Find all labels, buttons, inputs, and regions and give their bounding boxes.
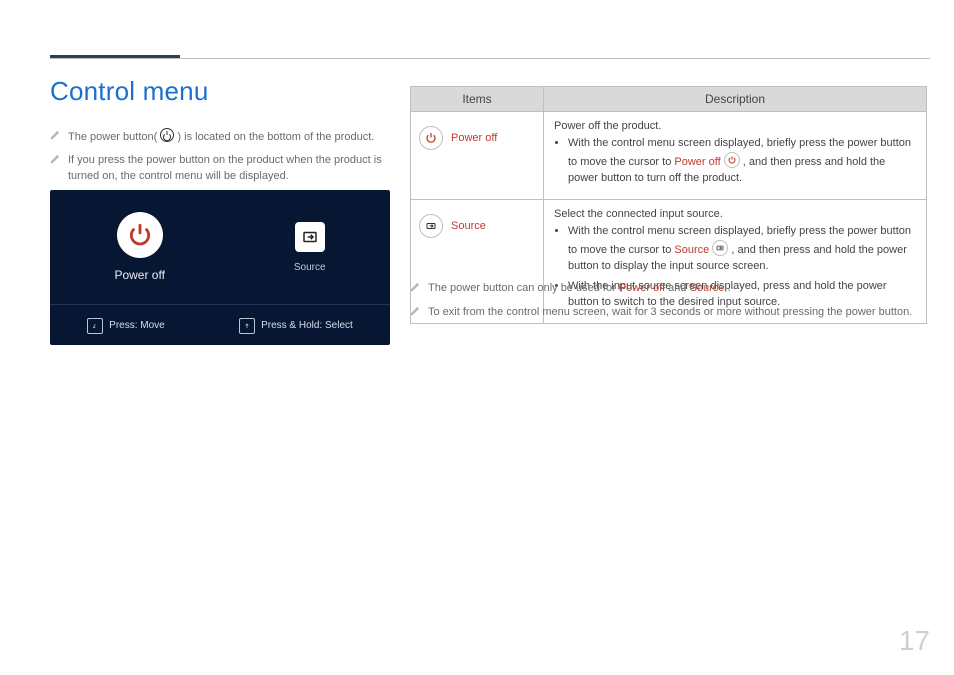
top-rule xyxy=(50,58,930,59)
pencil-icon xyxy=(410,281,424,298)
press-move-icon xyxy=(87,318,103,334)
note-fragment: ) is located on the bottom of the produc… xyxy=(177,131,374,143)
below-table-notes: The power button can only be used for Po… xyxy=(410,280,927,327)
desc-bullet: With the control menu screen displayed, … xyxy=(568,136,916,187)
items-label: Power off xyxy=(451,132,497,144)
note-fragment: The power button( xyxy=(68,131,157,143)
page-title: Control menu xyxy=(50,76,208,107)
desc-red: Power off xyxy=(674,156,720,168)
panel-item-power: Power off xyxy=(114,212,164,282)
source-icon xyxy=(712,240,728,256)
note-fragment: The power button can only be used for xyxy=(428,282,619,294)
power-icon xyxy=(419,126,443,150)
note-text: The power button can only be used for Po… xyxy=(428,280,927,298)
note-red: Power off xyxy=(619,282,665,294)
pencil-icon xyxy=(50,129,64,146)
top-rule-accent xyxy=(50,55,180,58)
panel-item-source: Source xyxy=(294,222,326,273)
note-text: The power button( ) is located on the bo… xyxy=(68,128,390,146)
desc-red: Source xyxy=(674,244,709,256)
description-cell-power: Power off the product. With the control … xyxy=(544,112,927,200)
desc-lead: Power off the product. xyxy=(554,120,916,132)
note-item: The power button can only be used for Po… xyxy=(410,280,927,298)
items-label: Source xyxy=(451,220,486,232)
note-item: If you press the power button on the pro… xyxy=(50,152,390,185)
note-fragment: . xyxy=(727,282,730,294)
left-column: The power button( ) is located on the bo… xyxy=(50,128,390,191)
panel-source-label: Source xyxy=(294,262,326,273)
control-menu-preview: Power off Source Press: Move Press & Hol… xyxy=(50,190,390,345)
note-text: To exit from the control menu screen, wa… xyxy=(428,304,927,322)
note-item: The power button( ) is located on the bo… xyxy=(50,128,390,146)
hint-label: Press: Move xyxy=(109,320,165,331)
power-icon xyxy=(160,128,174,142)
page-number: 17 xyxy=(899,625,930,657)
desc-bullet: With the control menu screen displayed, … xyxy=(568,224,916,275)
panel-power-label: Power off xyxy=(114,268,164,282)
pencil-icon xyxy=(410,305,424,322)
hint-press-move: Press: Move xyxy=(87,318,165,334)
source-icon xyxy=(295,222,325,252)
pencil-icon xyxy=(50,153,64,185)
panel-bottom: Press: Move Press & Hold: Select xyxy=(50,304,390,346)
power-icon xyxy=(117,212,163,258)
note-text: If you press the power button on the pro… xyxy=(68,152,390,185)
table-row: Power off Power off the product. With th… xyxy=(411,112,927,200)
note-item: To exit from the control menu screen, wa… xyxy=(410,304,927,322)
power-icon xyxy=(724,152,740,168)
hint-press-hold: Press & Hold: Select xyxy=(239,318,353,334)
hint-label: Press & Hold: Select xyxy=(261,320,353,331)
panel-top: Power off Source xyxy=(50,190,390,304)
source-icon xyxy=(419,214,443,238)
th-items: Items xyxy=(411,87,544,112)
th-description: Description xyxy=(544,87,927,112)
note-fragment: and xyxy=(668,282,689,294)
items-cell-power: Power off xyxy=(411,112,544,200)
press-hold-icon xyxy=(239,318,255,334)
note-red: Source xyxy=(690,282,725,294)
desc-lead: Select the connected input source. xyxy=(554,208,916,220)
